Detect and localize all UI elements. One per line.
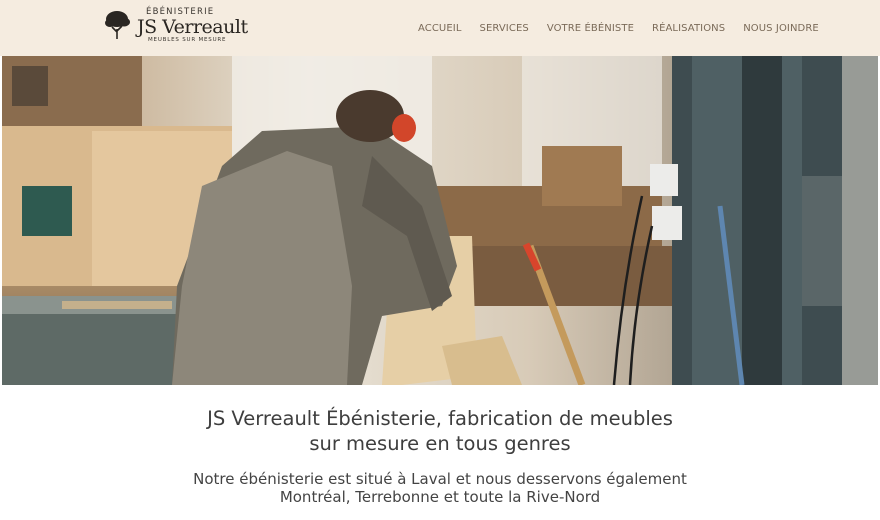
nav-item-services[interactable]: SERVICES — [480, 23, 529, 34]
page-headline: JS Verreault Ébénisterie, fabrication de… — [0, 406, 880, 456]
site-header: ÉBÉNISTERIE JS Verreault MEUBLES SUR MES… — [0, 0, 880, 56]
page-subheading: Notre ébénisterie est situé à Laval et n… — [0, 470, 880, 506]
nav-item-accueil[interactable]: ACCUEIL — [418, 23, 462, 34]
brand-tagline: MEUBLES SUR MESURE — [148, 37, 227, 43]
nav-item-votre-ebeniste[interactable]: VOTRE ÉBÉNISTE — [547, 23, 634, 34]
nav-item-realisations[interactable]: RÉALISATIONS — [652, 23, 725, 34]
main-nav: ACCUEIL SERVICES VOTRE ÉBÉNISTE RÉALISAT… — [418, 23, 837, 34]
nav-item-nous-joindre[interactable]: NOUS JOINDRE — [743, 23, 819, 34]
workshop-photo — [2, 56, 878, 385]
subheading-line-1: Notre ébénisterie est situé à Laval et n… — [193, 470, 687, 488]
hero-image — [2, 56, 878, 385]
headline-line-2: sur mesure en tous genres — [309, 432, 571, 455]
brand-name: JS Verreault — [137, 16, 248, 38]
brand-logo[interactable]: ÉBÉNISTERIE JS Verreault MEUBLES SUR MES… — [104, 7, 248, 47]
subheading-line-2: Montréal, Terrebonne et toute la Rive-No… — [279, 488, 601, 506]
headline-line-1: JS Verreault Ébénisterie, fabrication de… — [207, 407, 673, 430]
tree-icon — [105, 11, 130, 39]
